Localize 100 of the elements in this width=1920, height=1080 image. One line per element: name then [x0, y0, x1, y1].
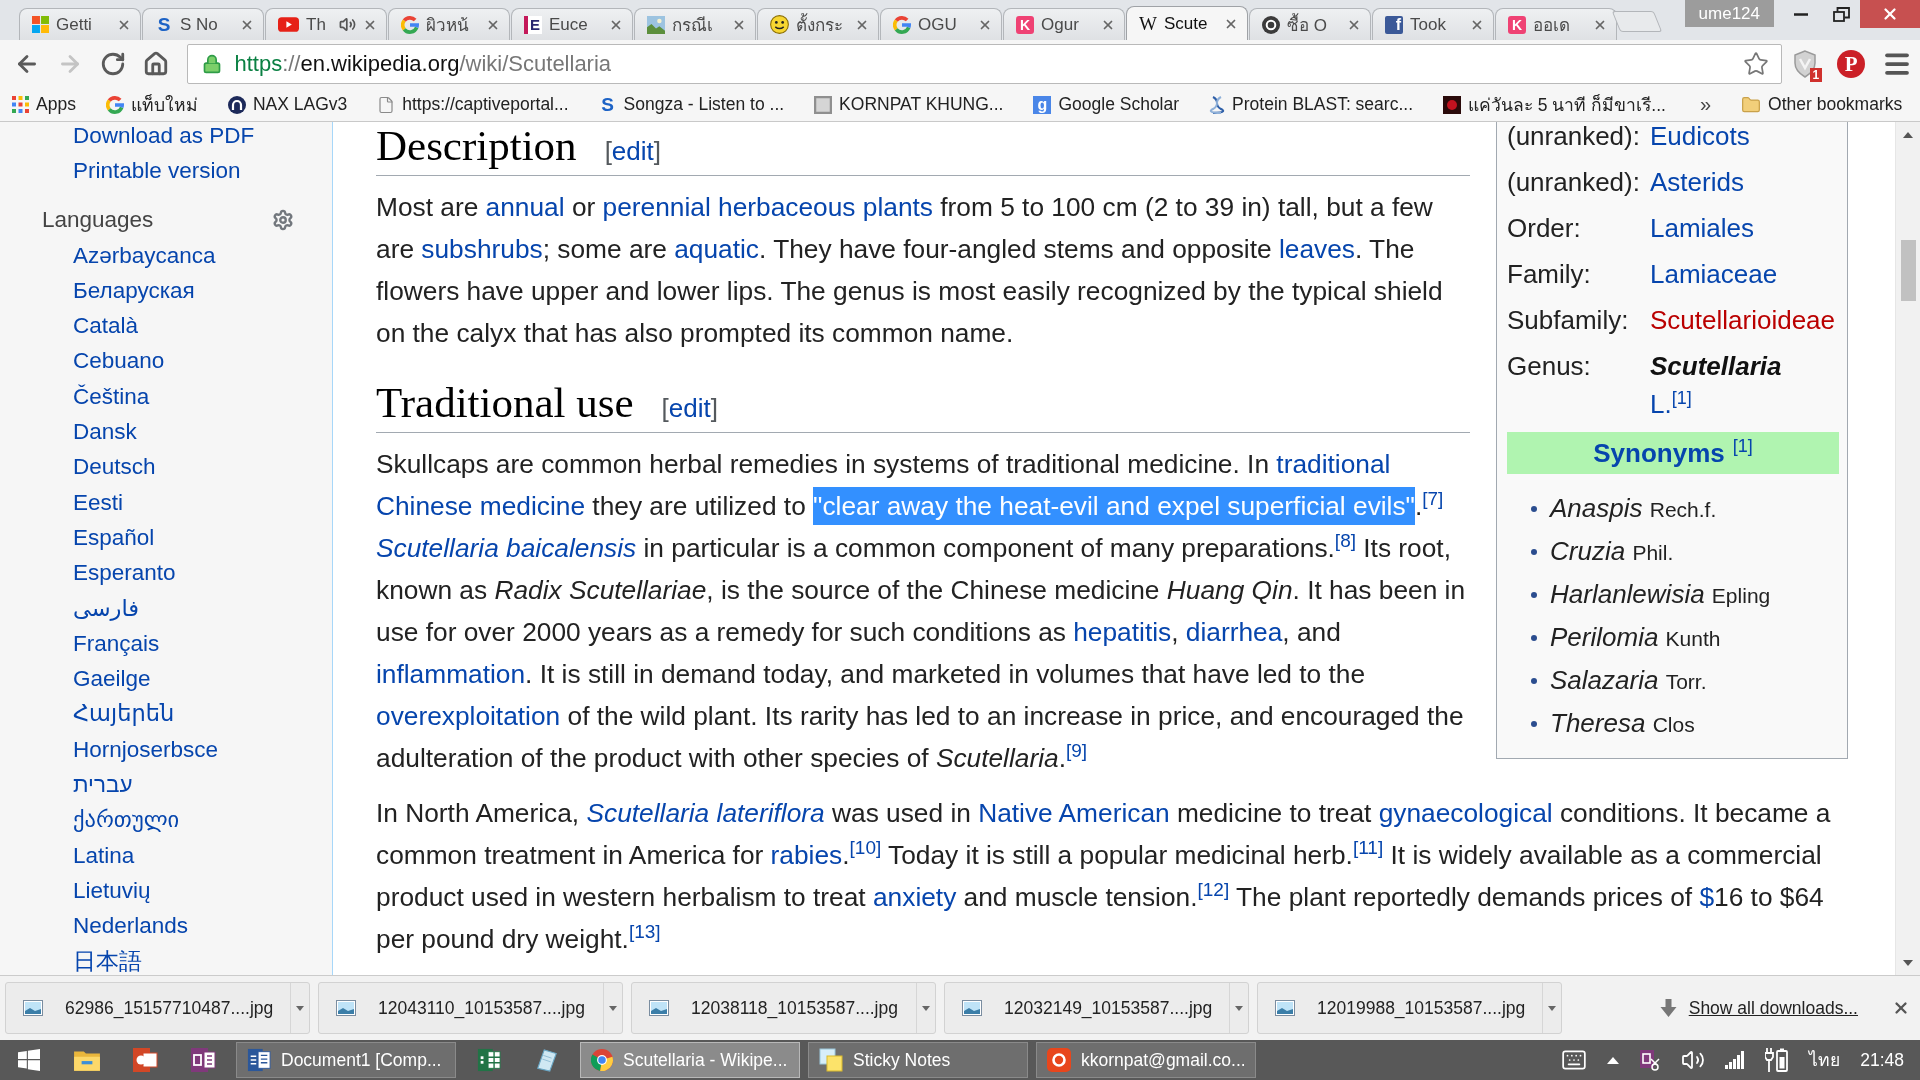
language-link[interactable]: Հայերեն [73, 696, 175, 732]
minimize-icon[interactable] [1794, 12, 1808, 16]
reference-link[interactable]: [8] [1334, 530, 1356, 552]
taxon-link[interactable]: Lamiales [1650, 205, 1755, 251]
browser-tab[interactable]: OGU [880, 8, 1002, 40]
edit-link[interactable]: [edit] [604, 127, 661, 175]
speaker-icon[interactable] [1681, 1048, 1706, 1072]
site-logo-icon[interactable]: P [1837, 50, 1866, 78]
language-link[interactable]: 日本語 [73, 943, 142, 975]
browser-tab[interactable]: กรณีเ [634, 8, 756, 40]
show-all-downloads-link[interactable]: Show all downloads... [1659, 997, 1858, 1019]
spreadsheet-app-icon[interactable] [477, 1048, 501, 1072]
reload-icon[interactable] [100, 51, 127, 77]
language-indicator[interactable]: ไทย [1809, 1046, 1841, 1074]
taxon-link[interactable]: Lamiaceae [1650, 251, 1778, 297]
restore-icon[interactable] [1832, 6, 1850, 22]
text-link[interactable]: Native American [978, 798, 1170, 828]
browser-tab[interactable]: Th [265, 8, 387, 40]
bookmark-item[interactable]: S Songza - Listen to ... [592, 90, 791, 119]
caret-up-icon[interactable] [1607, 1056, 1620, 1064]
battery-icon[interactable] [1765, 1048, 1790, 1072]
text-link[interactable]: Chinese medicine [376, 491, 586, 521]
text-link[interactable]: leaves [1278, 234, 1355, 264]
bookmark-item[interactable]: https://captiveportal... [371, 90, 575, 119]
bookmark-item[interactable]: Apps [6, 90, 82, 119]
synonyms-link[interactable]: Synonyms [1593, 438, 1725, 468]
text-link[interactable]: Scutellaria baicalensis [376, 533, 637, 563]
taskbar-button[interactable]: Sticky Notes [808, 1042, 1028, 1078]
text-link[interactable]: annual [485, 192, 565, 222]
text-link[interactable]: overexploitation [376, 701, 561, 731]
language-link[interactable]: فارسی [73, 590, 140, 626]
folder-icon[interactable] [73, 1048, 101, 1072]
notebook-app-icon[interactable] [190, 1047, 216, 1073]
language-link[interactable]: Dansk [73, 414, 137, 450]
language-link[interactable]: Azərbaycanca [73, 237, 216, 273]
text-link[interactable]: traditional [1276, 449, 1391, 479]
text-link[interactable]: $ [1699, 882, 1715, 912]
reference-link[interactable]: [13] [628, 921, 661, 943]
language-link[interactable]: Latina [73, 837, 135, 873]
bookmark-item[interactable]: NAX LAGv3 [221, 90, 354, 119]
text-link[interactable]: diarrhea [1185, 617, 1283, 647]
shield-icon[interactable] [1793, 50, 1818, 78]
bookmark-item[interactable]: แค่วันละ 5 นาที ก็มีขาเรี... [1437, 90, 1672, 119]
language-link[interactable]: Hornjoserbsce [73, 731, 219, 768]
close-window-button[interactable] [1860, 0, 1920, 28]
tilted-pad-icon[interactable] [535, 1048, 559, 1072]
language-link[interactable]: Cebuano [73, 343, 165, 379]
language-link[interactable]: Español [73, 519, 155, 556]
text-link[interactable]: anxiety [873, 882, 957, 912]
sidebar-link[interactable]: Download as PDF [73, 122, 255, 154]
home-icon[interactable] [143, 51, 169, 77]
language-link[interactable]: Čeština [73, 378, 150, 415]
browser-tab[interactable]: K Ogur [1003, 8, 1125, 40]
language-link[interactable]: Français [73, 625, 160, 662]
browser-tab[interactable]: f Took [1372, 8, 1494, 40]
reference-link[interactable]: [1] [1732, 437, 1753, 455]
reference-link[interactable]: [7] [1422, 488, 1444, 510]
browser-tab[interactable]: E Euce [511, 8, 633, 40]
browser-tab[interactable]: ตั้งกระ [757, 8, 879, 40]
browser-tab[interactable]: W Scute [1126, 6, 1248, 40]
download-item[interactable]: 12043110_10153587....jpg [318, 982, 623, 1034]
download-item[interactable]: 12019988_10153587....jpg [1257, 982, 1562, 1034]
language-link[interactable]: Lietuvių [73, 872, 151, 909]
reference-link[interactable]: [1] [1671, 389, 1692, 407]
text-link[interactable]: gynaecological [1378, 798, 1553, 828]
bookmark-item[interactable]: Other bookmarks [1735, 90, 1909, 119]
text-link[interactable]: hepatitis [1073, 617, 1172, 647]
address-field[interactable]: https://en.wikipedia.org/wiki/Scutellaria [187, 44, 1783, 84]
speaker-icon[interactable] [339, 16, 356, 33]
edit-link[interactable]: [edit] [661, 384, 718, 432]
authority-link[interactable]: L. [1650, 389, 1672, 419]
bookmark-item[interactable]: แท็บใหม่ [99, 90, 204, 119]
reference-link[interactable]: [11] [1352, 837, 1384, 859]
more-bookmarks-button[interactable]: » [1689, 93, 1722, 116]
taxon-link[interactable]: Asterids [1650, 159, 1744, 205]
browser-tab[interactable]: Getti [19, 8, 141, 40]
language-link[interactable]: Беларуская [73, 272, 195, 309]
scroll-up-icon[interactable] [1903, 131, 1913, 138]
sidebar-link[interactable]: Printable version [73, 153, 241, 189]
browser-tab[interactable]: ซื้อ O [1249, 8, 1371, 40]
download-item[interactable]: 12032149_10153587....jpg [944, 982, 1249, 1034]
notebook-clip-icon[interactable] [1639, 1049, 1662, 1071]
browser-tab[interactable]: K ออเด [1495, 8, 1617, 40]
text-link[interactable]: subshrubs [421, 234, 543, 264]
language-link[interactable]: Eesti [73, 484, 124, 520]
signal-icon[interactable] [1725, 1051, 1746, 1069]
download-item[interactable]: 62986_15157710487....jpg [5, 982, 310, 1034]
taxon-link[interactable]: Scutellarioideae [1650, 297, 1835, 343]
language-link[interactable]: Deutsch [73, 449, 156, 485]
bookmark-item[interactable]: g Google Scholar [1027, 90, 1186, 119]
reference-link[interactable]: [10] [849, 837, 882, 859]
scrollbar-thumb[interactable] [1900, 240, 1916, 301]
settings-icon[interactable] [272, 208, 294, 231]
scroll-down-icon[interactable] [1903, 959, 1913, 966]
text-link[interactable]: Scutellaria lateriflora [586, 798, 825, 828]
browser-tab[interactable]: S S No [142, 8, 264, 40]
text-link[interactable]: perennial herbaceous plants [602, 192, 933, 222]
text-link[interactable]: aquatic [674, 234, 759, 264]
bookmark-item[interactable]: KORNPAT KHUNG... [808, 90, 1010, 119]
language-link[interactable]: עברית [73, 767, 133, 803]
